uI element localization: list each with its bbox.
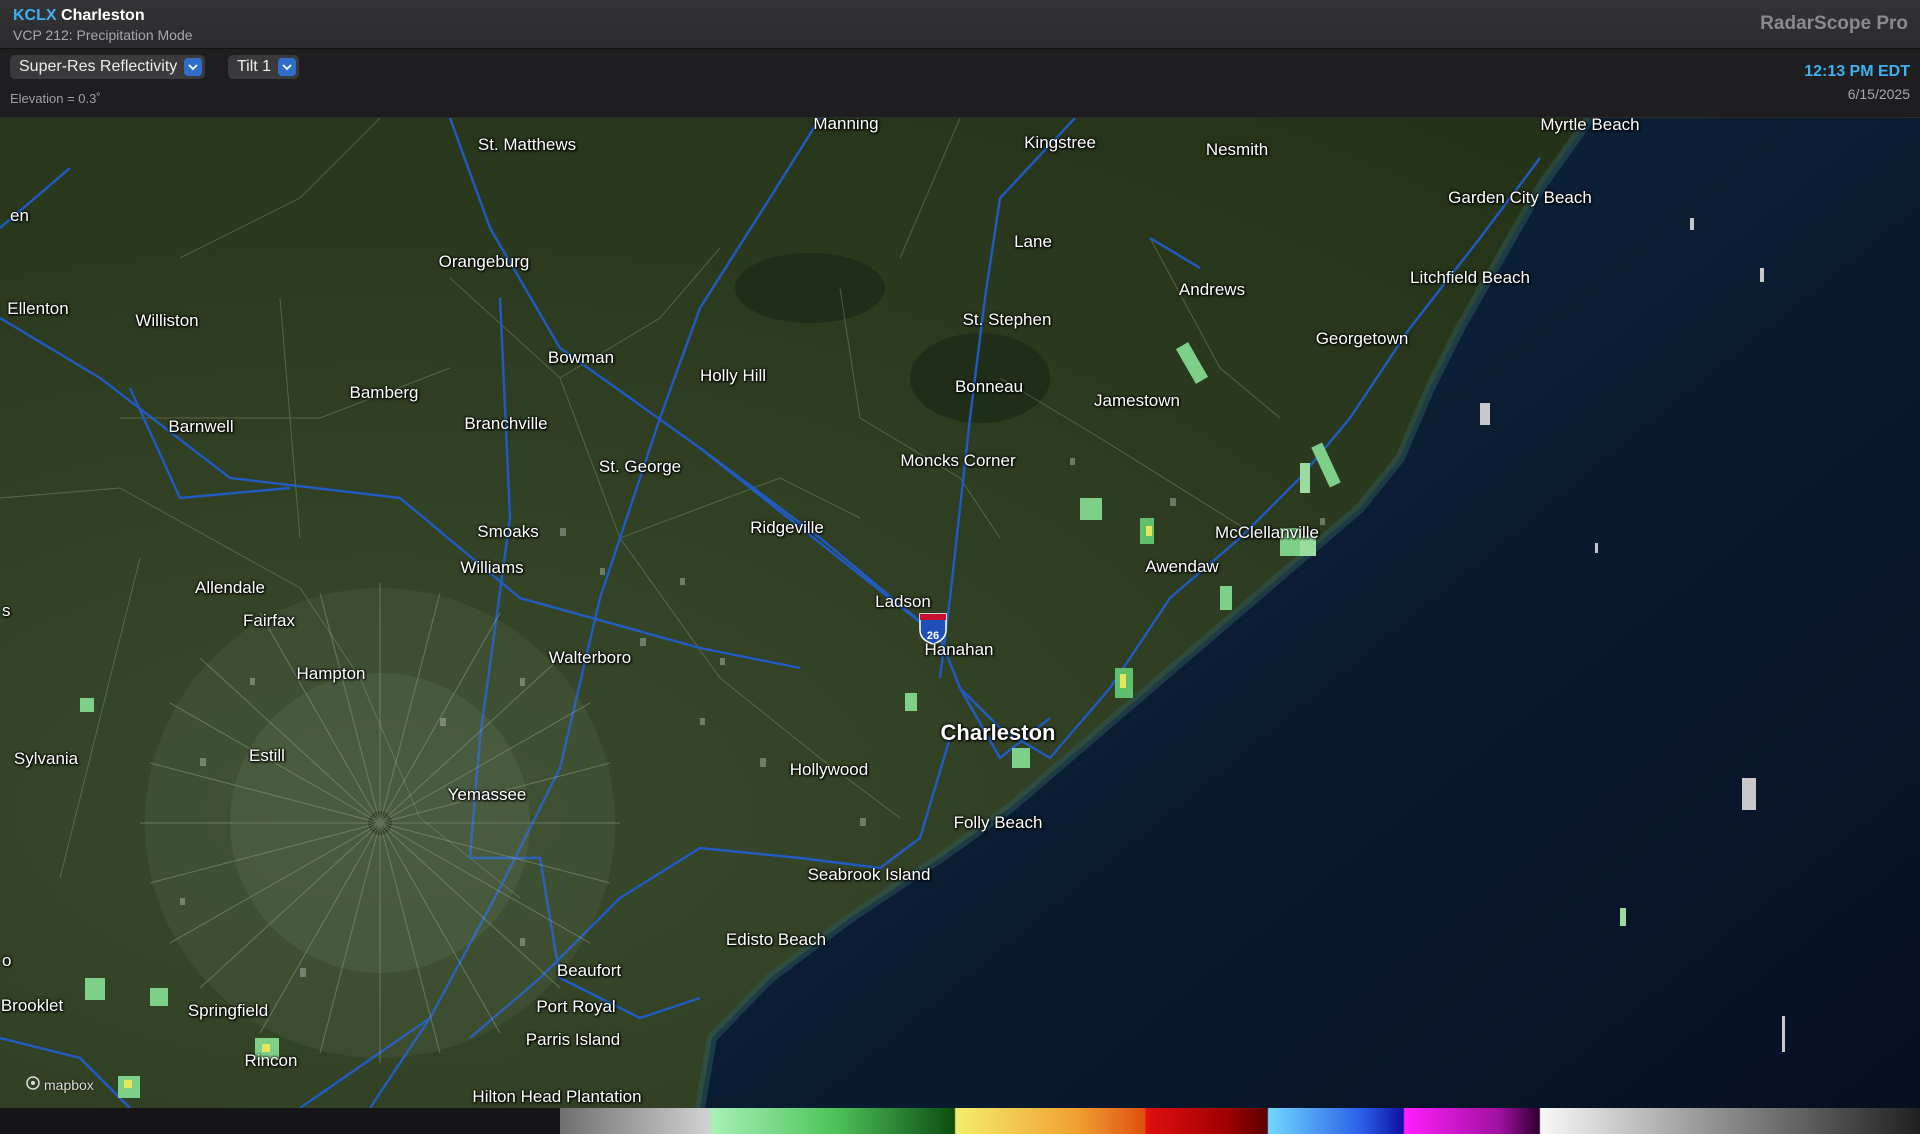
city-label: St. Stephen: [962, 310, 1052, 329]
city-label: en: [10, 206, 29, 225]
city-label: Lane: [1014, 232, 1052, 251]
elevation-readout: Elevation = 0.3˚: [10, 91, 101, 106]
city-label: Sylvania: [13, 749, 79, 768]
product-select[interactable]: Super-Res Reflectivity: [10, 55, 206, 79]
station-code: KCLX: [13, 7, 57, 24]
city-label: Hampton: [296, 664, 366, 683]
date-display: 6/15/2025: [1847, 86, 1910, 102]
radar-map[interactable]: 26 Manning St. Matthews Kingstree Nesmith My…: [0, 118, 1920, 1108]
mapbox-attribution[interactable]: mapbox: [26, 1076, 94, 1093]
city-label: Garden City Beach: [1448, 188, 1592, 207]
city-label: Awendaw: [1145, 557, 1219, 576]
city-label: Holly Hill: [699, 366, 767, 385]
city-label: s: [2, 601, 11, 620]
station-title: KCLX Charleston: [13, 7, 145, 25]
tilt-select[interactable]: Tilt 1: [228, 55, 300, 79]
city-label: Bowman: [547, 348, 615, 367]
city-label: St. George: [598, 457, 682, 476]
toolbar: Super-Res Reflectivity Tilt 1 Elevation …: [0, 49, 1920, 118]
city-label: Hanahan: [924, 640, 994, 659]
city-label: Moncks Corner: [900, 451, 1016, 470]
city-label: Kingstree: [1024, 133, 1096, 152]
city-label: Edisto Beach: [725, 930, 827, 949]
city-label: Orangeburg: [438, 252, 530, 271]
city-label: Port Royal: [536, 997, 616, 1016]
city-label: Manning: [813, 118, 879, 133]
city-label: McClellanville: [1215, 523, 1319, 542]
city-label: Williams: [460, 558, 524, 577]
city-label: Seabrook Island: [807, 865, 931, 884]
chevron-down-icon: [278, 58, 297, 76]
city-label: Jamestown: [1094, 391, 1180, 410]
color-legend: [0, 1108, 1920, 1134]
city-label: Brooklet: [0, 996, 64, 1015]
city-label: Bonneau: [954, 377, 1024, 396]
city-label: Georgetown: [1315, 329, 1409, 348]
city-label: Myrtle Beach: [1540, 118, 1640, 134]
city-label: Charleston: [940, 720, 1056, 745]
city-label: Fairfax: [243, 611, 295, 630]
chevron-down-icon: [184, 58, 203, 76]
city-label: Nesmith: [1205, 140, 1269, 159]
city-label: Andrews: [1178, 280, 1246, 299]
city-label: Yemassee: [447, 785, 527, 804]
city-label: Ridgeville: [750, 518, 824, 537]
product-label: Super-Res Reflectivity: [19, 58, 178, 75]
city-label: Estill: [249, 746, 285, 765]
city-label: Folly Beach: [953, 813, 1043, 832]
city-label: Hilton Head Plantation: [472, 1087, 642, 1106]
vcp-mode: VCP 212: Precipitation Mode: [13, 27, 193, 43]
tilt-label: Tilt 1: [237, 58, 272, 75]
city-label: Litchfield Beach: [1409, 268, 1531, 287]
city-label: Branchville: [464, 414, 548, 433]
station-name: Charleston: [61, 7, 145, 24]
city-label: Barnwell: [168, 417, 234, 436]
city-label: Ellenton: [7, 299, 69, 318]
city-label: St. Matthews: [477, 135, 577, 154]
city-label: Ladson: [875, 592, 931, 611]
city-label: Parris Island: [525, 1030, 621, 1049]
city-label: Springfield: [187, 1001, 269, 1020]
city-label: Hollywood: [789, 760, 869, 779]
city-label: o: [2, 951, 12, 970]
city-label: Walterboro: [548, 648, 632, 667]
city-label: Allendale: [195, 578, 265, 597]
city-label: Smoaks: [477, 522, 539, 541]
mapbox-label: mapbox: [44, 1076, 94, 1093]
mapbox-icon: [26, 1076, 40, 1093]
title-bar: KCLX Charleston VCP 212: Precipitation M…: [0, 0, 1920, 49]
city-label: Beaufort: [556, 961, 622, 980]
city-label: Rincon: [244, 1051, 298, 1070]
city-label: Williston: [135, 311, 199, 330]
time-display: 12:13 PM EDT: [1804, 63, 1910, 80]
reflectivity-scale: [560, 1108, 1920, 1134]
app-brand: RadarScope Pro: [1760, 13, 1908, 34]
city-label: Bamberg: [349, 383, 419, 402]
